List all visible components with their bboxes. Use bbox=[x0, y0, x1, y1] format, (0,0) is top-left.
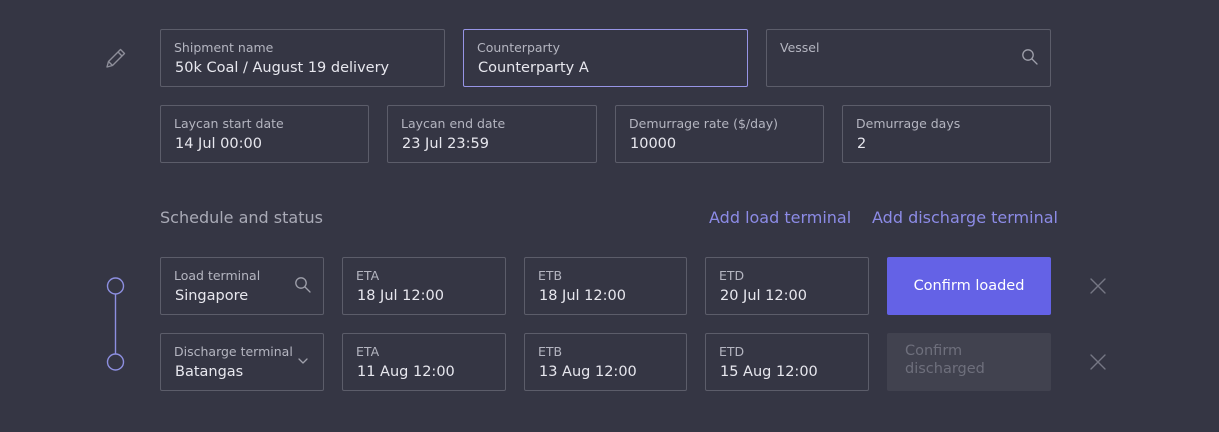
search-icon[interactable] bbox=[1021, 48, 1039, 66]
pencil-icon[interactable] bbox=[104, 46, 128, 70]
confirm-discharged-button[interactable]: Confirm discharged bbox=[887, 333, 1051, 391]
timeline-node-icon bbox=[106, 277, 125, 371]
discharge-etd-value[interactable]: 15 Aug 12:00 bbox=[720, 364, 818, 380]
laycan-end-field[interactable]: Laycan end date 23 Jul 23:59 bbox=[387, 105, 597, 163]
load-terminal-value[interactable]: Singapore bbox=[175, 288, 248, 304]
load-eta-label: ETA bbox=[356, 268, 380, 283]
search-icon[interactable] bbox=[294, 276, 312, 294]
laycan-end-label: Laycan end date bbox=[401, 116, 506, 131]
discharge-terminal-field[interactable]: Discharge terminal Batangas bbox=[160, 333, 324, 391]
discharge-terminal-value[interactable]: Batangas bbox=[175, 364, 243, 380]
confirm-discharged-label-line2: discharged bbox=[905, 361, 985, 377]
load-etb-field[interactable]: ETB 18 Jul 12:00 bbox=[524, 257, 687, 315]
load-etb-label: ETB bbox=[538, 268, 563, 283]
load-terminal-label: Load terminal bbox=[174, 268, 261, 283]
shipment-name-label: Shipment name bbox=[174, 40, 274, 55]
counterparty-field[interactable]: Counterparty Counterparty A bbox=[463, 29, 748, 87]
load-etd-label: ETD bbox=[719, 268, 745, 283]
confirm-loaded-button[interactable]: Confirm loaded bbox=[887, 257, 1051, 315]
load-terminal-field[interactable]: Load terminal Singapore bbox=[160, 257, 324, 315]
demurrage-days-value[interactable]: 2 bbox=[857, 136, 866, 152]
close-icon[interactable] bbox=[1089, 277, 1107, 295]
counterparty-label: Counterparty bbox=[477, 40, 560, 55]
confirm-loaded-label: Confirm loaded bbox=[913, 278, 1025, 294]
shipment-editor: Shipment name 50k Coal / August 19 deliv… bbox=[0, 0, 1219, 432]
counterparty-value[interactable]: Counterparty A bbox=[478, 60, 589, 76]
discharge-terminal-label: Discharge terminal bbox=[174, 344, 293, 359]
shipment-name-field[interactable]: Shipment name 50k Coal / August 19 deliv… bbox=[160, 29, 445, 87]
load-etd-field[interactable]: ETD 20 Jul 12:00 bbox=[705, 257, 869, 315]
discharge-etd-field[interactable]: ETD 15 Aug 12:00 bbox=[705, 333, 869, 391]
load-eta-field[interactable]: ETA 18 Jul 12:00 bbox=[342, 257, 506, 315]
discharge-etd-label: ETD bbox=[719, 344, 745, 359]
confirm-discharged-label-line1: Confirm bbox=[905, 343, 963, 359]
chevron-down-icon[interactable] bbox=[296, 354, 310, 368]
demurrage-rate-field[interactable]: Demurrage rate ($/day) 10000 bbox=[615, 105, 824, 163]
close-icon[interactable] bbox=[1089, 353, 1107, 371]
load-eta-value[interactable]: 18 Jul 12:00 bbox=[357, 288, 444, 304]
demurrage-days-label: Demurrage days bbox=[856, 116, 961, 131]
discharge-eta-field[interactable]: ETA 11 Aug 12:00 bbox=[342, 333, 506, 391]
discharge-eta-value[interactable]: 11 Aug 12:00 bbox=[357, 364, 455, 380]
shipment-name-value[interactable]: 50k Coal / August 19 delivery bbox=[175, 60, 389, 76]
demurrage-rate-value[interactable]: 10000 bbox=[630, 136, 676, 152]
schedule-section-title: Schedule and status bbox=[160, 208, 323, 227]
laycan-start-value[interactable]: 14 Jul 00:00 bbox=[175, 136, 262, 152]
add-discharge-terminal-link[interactable]: Add discharge terminal bbox=[872, 208, 1058, 227]
vessel-field[interactable]: Vessel bbox=[766, 29, 1051, 87]
load-etd-value[interactable]: 20 Jul 12:00 bbox=[720, 288, 807, 304]
load-etb-value[interactable]: 18 Jul 12:00 bbox=[539, 288, 626, 304]
discharge-etb-label: ETB bbox=[538, 344, 563, 359]
vessel-label: Vessel bbox=[780, 40, 820, 55]
discharge-etb-field[interactable]: ETB 13 Aug 12:00 bbox=[524, 333, 687, 391]
demurrage-rate-label: Demurrage rate ($/day) bbox=[629, 116, 779, 131]
discharge-eta-label: ETA bbox=[356, 344, 380, 359]
discharge-etb-value[interactable]: 13 Aug 12:00 bbox=[539, 364, 637, 380]
add-load-terminal-link[interactable]: Add load terminal bbox=[709, 208, 851, 227]
laycan-end-value[interactable]: 23 Jul 23:59 bbox=[402, 136, 489, 152]
demurrage-days-field[interactable]: Demurrage days 2 bbox=[842, 105, 1051, 163]
laycan-start-label: Laycan start date bbox=[174, 116, 284, 131]
laycan-start-field[interactable]: Laycan start date 14 Jul 00:00 bbox=[160, 105, 369, 163]
